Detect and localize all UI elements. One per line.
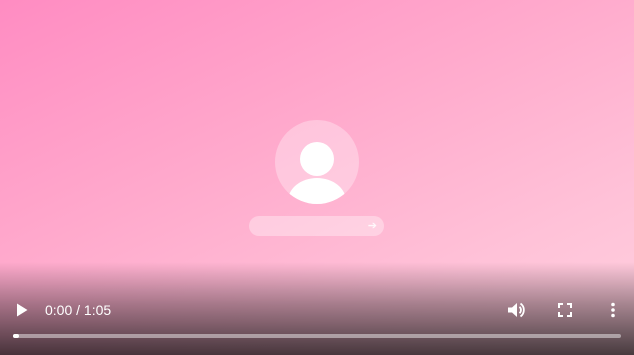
arrow-right-icon: ➔ [367, 220, 377, 232]
more-vertical-icon [611, 302, 615, 318]
volume-up-icon [508, 302, 525, 318]
play-button[interactable] [9, 298, 33, 322]
avatar-head [300, 142, 334, 176]
current-time: 0:00 [45, 302, 73, 318]
volume-button[interactable] [505, 298, 529, 322]
duration: 1:05 [83, 302, 112, 318]
video-player[interactable]: ➔ 0:00 / 1:05 [0, 0, 634, 355]
progress-fill [13, 334, 19, 338]
more-options-button[interactable] [601, 298, 625, 322]
fullscreen-button[interactable] [553, 298, 577, 322]
progress-bar[interactable] [13, 334, 621, 338]
play-icon [17, 303, 28, 317]
fullscreen-icon [558, 303, 572, 317]
password-field: ➔ [249, 216, 384, 236]
time-display: 0:00 / 1:05 [45, 301, 111, 319]
time-separator: / [76, 302, 81, 318]
user-avatar-icon [275, 120, 359, 204]
avatar-body [288, 178, 346, 204]
